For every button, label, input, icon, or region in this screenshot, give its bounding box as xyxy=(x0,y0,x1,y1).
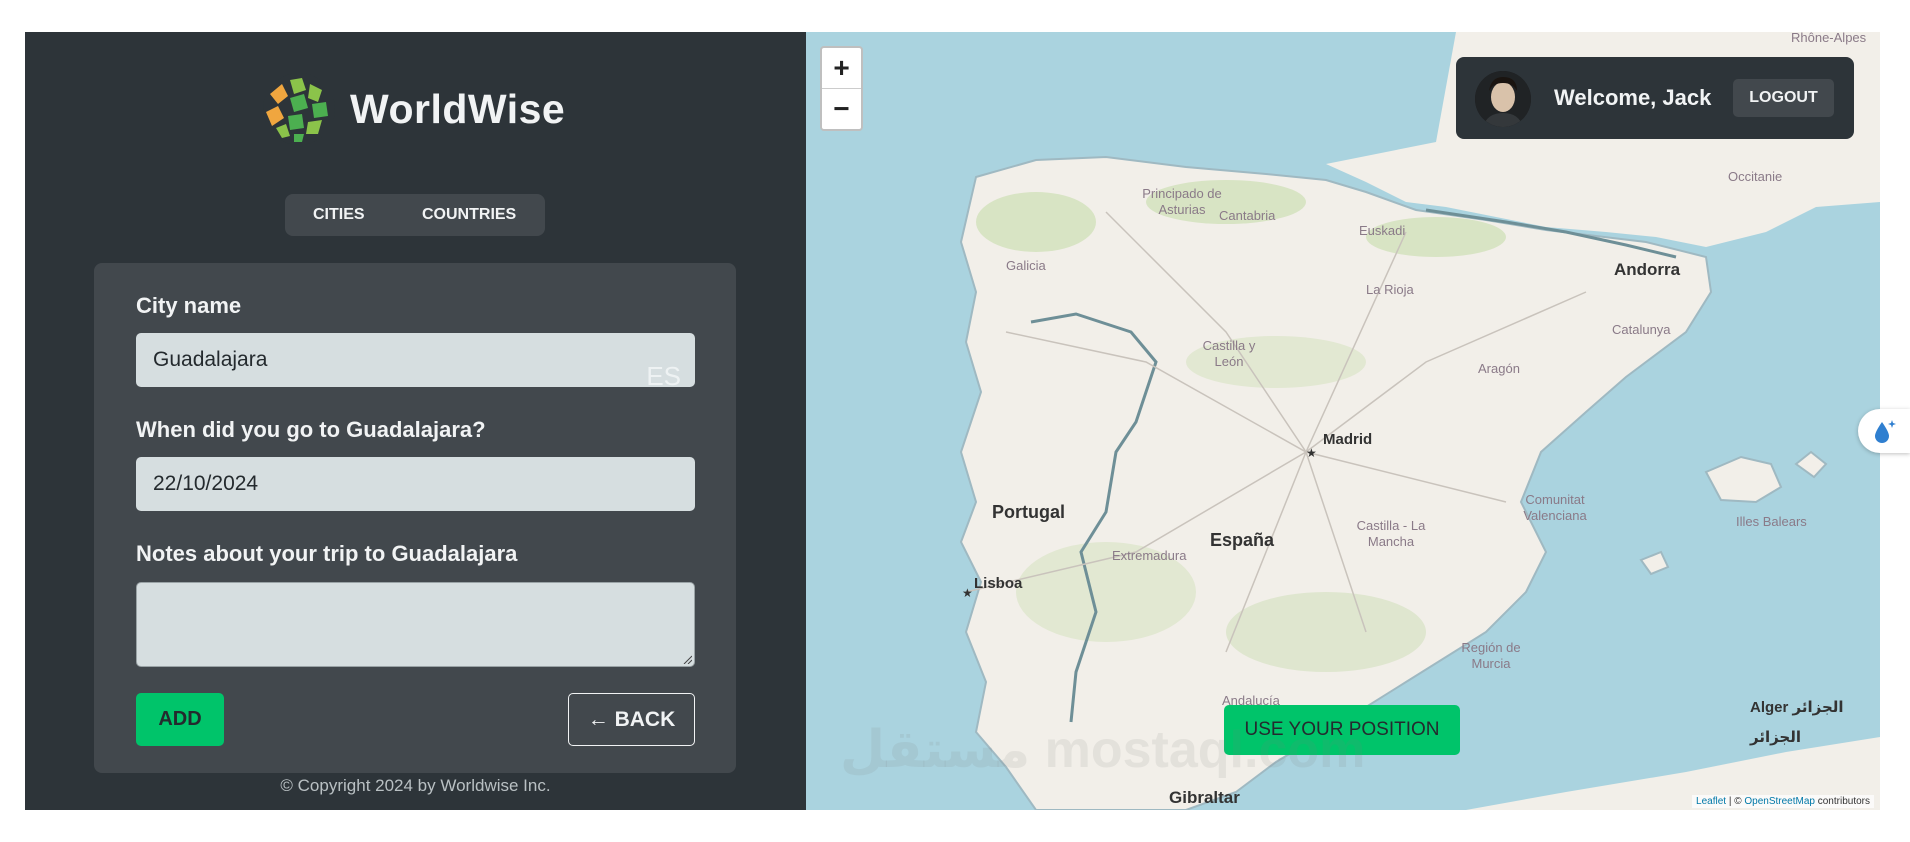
notes-label: Notes about your trip to Guadalajara xyxy=(136,541,518,566)
app-layout: WorldWise CITIES COUNTRIES City name Gua… xyxy=(25,32,1880,810)
map-label-castilla-mancha: Castilla - La Mancha xyxy=(1356,518,1426,549)
map-label-extremadura: Extremadura xyxy=(1112,548,1187,563)
city-name-value: Guadalajara xyxy=(153,348,268,371)
map-label-galicia: Galicia xyxy=(1006,258,1046,273)
map-label-catalunya: Catalunya xyxy=(1612,322,1671,337)
watermark: مستقل mostaql.com xyxy=(840,721,1366,779)
map-label-aragon: Aragón xyxy=(1478,361,1520,376)
map-label-alger-arabic: الجزائر xyxy=(1750,729,1802,746)
city-form: City name Guadalajara ES When did you go… xyxy=(94,263,736,773)
map-label-castilla-leon: Castilla y León xyxy=(1202,338,1256,369)
zoom-in-button[interactable]: + xyxy=(822,48,861,88)
map-label-cantabria: Cantabria xyxy=(1219,208,1276,223)
user-avatar-icon xyxy=(1475,71,1531,127)
map-container[interactable]: ★ ★ Rhône-Alpes Principado de Asturias C… xyxy=(806,32,1880,810)
date-value: 22/10/2024 xyxy=(153,472,259,495)
add-button[interactable]: ADD xyxy=(136,693,224,746)
date-input[interactable]: 22/10/2024 xyxy=(136,457,695,511)
nav-tabs: CITIES COUNTRIES xyxy=(285,194,545,236)
osm-link[interactable]: OpenStreetMap xyxy=(1744,796,1815,807)
copyright-footer: © Copyright 2024 by Worldwise Inc. xyxy=(280,776,551,795)
map-label-madrid: Madrid xyxy=(1323,431,1373,448)
map-label-asturias: Principado de Asturias xyxy=(1142,186,1222,217)
resize-handle-icon[interactable] xyxy=(682,654,692,664)
map-label-andorra: Andorra xyxy=(1614,260,1681,279)
tab-countries[interactable]: COUNTRIES xyxy=(422,194,516,236)
map-label-alger: Alger الجزائر xyxy=(1750,699,1844,716)
back-button[interactable]: ← BACK xyxy=(568,693,695,746)
tab-cities[interactable]: CITIES xyxy=(313,194,365,236)
country-flag: ES xyxy=(646,361,681,391)
map-label-rioja: La Rioja xyxy=(1366,282,1414,297)
notes-textarea[interactable] xyxy=(136,582,695,667)
map-label-murcia: Región de Murcia xyxy=(1461,640,1521,671)
svg-text:★: ★ xyxy=(962,586,973,600)
city-name-label: City name xyxy=(136,293,242,318)
globe-logo-icon xyxy=(263,73,335,145)
logo-text: WorldWise xyxy=(350,85,566,132)
map-label-portugal: Portugal xyxy=(992,502,1066,522)
attribution-separator: | © xyxy=(1726,796,1745,807)
logout-button[interactable]: LOGOUT xyxy=(1733,79,1834,117)
sidebar: WorldWise CITIES COUNTRIES City name Gua… xyxy=(25,32,806,810)
map-label-rhone: Rhône-Alpes xyxy=(1791,32,1867,45)
city-name-input[interactable]: Guadalajara ES xyxy=(136,333,695,391)
zoom-out-button[interactable]: − xyxy=(822,89,861,129)
avatar xyxy=(1475,71,1531,127)
welcome-text: Welcome, Jack xyxy=(1554,85,1712,110)
map-label-espana: España xyxy=(1210,530,1275,550)
leaflet-link[interactable]: Leaflet xyxy=(1696,796,1726,807)
sparkle-drop-icon xyxy=(1875,420,1896,443)
floating-side-button[interactable] xyxy=(1858,409,1910,453)
map-label-lisboa: Lisboa xyxy=(974,575,1023,592)
date-label: When did you go to Guadalajara? xyxy=(136,417,486,442)
map-label-occitanie: Occitanie xyxy=(1728,169,1783,184)
attribution-suffix: contributors xyxy=(1814,796,1870,807)
map-label-baleares: Illes Balears xyxy=(1736,514,1807,529)
logo[interactable]: WorldWise xyxy=(262,72,565,146)
zoom-control: + − xyxy=(820,46,863,131)
map-label-valenciana: Comunitat Valenciana xyxy=(1523,492,1587,523)
map-label-gibraltar: Gibraltar xyxy=(1169,788,1240,807)
map-tiles[interactable]: ★ ★ xyxy=(806,32,1880,810)
map-attribution: Leaflet | © OpenStreetMap contributors xyxy=(1692,795,1874,808)
map-label-euskadi: Euskadi xyxy=(1359,223,1406,238)
svg-text:★: ★ xyxy=(1306,446,1317,460)
user-panel: Welcome, Jack LOGOUT xyxy=(1456,57,1854,139)
